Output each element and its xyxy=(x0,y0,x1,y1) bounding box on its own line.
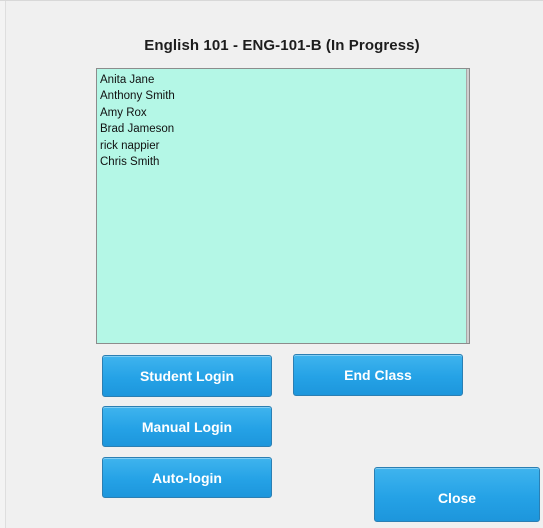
student-list-item[interactable]: Brad Jameson xyxy=(100,121,469,137)
student-login-label: Student Login xyxy=(139,368,235,384)
list-scrollbar[interactable] xyxy=(466,69,469,343)
end-class-label: End Class xyxy=(344,367,412,383)
student-list-item[interactable]: Amy Rox xyxy=(100,105,469,121)
end-class-button[interactable]: End Class xyxy=(293,354,463,396)
student-list-item[interactable]: Anthony Smith xyxy=(100,88,469,104)
auto-login-label: Auto-login xyxy=(152,469,222,486)
student-list-item[interactable]: Chris Smith xyxy=(100,154,469,170)
manual-login-button[interactable]: Manual Login xyxy=(102,406,272,447)
student-listbox[interactable]: Anita Jane Anthony Smith Amy Rox Brad Ja… xyxy=(96,68,470,344)
student-list-item[interactable]: rick nappier xyxy=(100,138,469,154)
student-list-item[interactable]: Anita Jane xyxy=(100,72,469,88)
window-left-edge xyxy=(0,1,6,528)
student-list: Anita Jane Anthony Smith Amy Rox Brad Ja… xyxy=(97,69,469,170)
student-login-button[interactable]: Student Login xyxy=(102,355,272,397)
class-dialog: English 101 - ENG-101-B (In Progress) An… xyxy=(0,0,543,528)
auto-login-button[interactable]: Auto-login xyxy=(102,457,272,498)
close-label: Close xyxy=(437,489,477,506)
close-button[interactable]: Close xyxy=(374,467,540,522)
class-title: English 101 - ENG-101-B (In Progress) xyxy=(144,37,420,54)
manual-login-label: Manual Login xyxy=(141,418,233,435)
